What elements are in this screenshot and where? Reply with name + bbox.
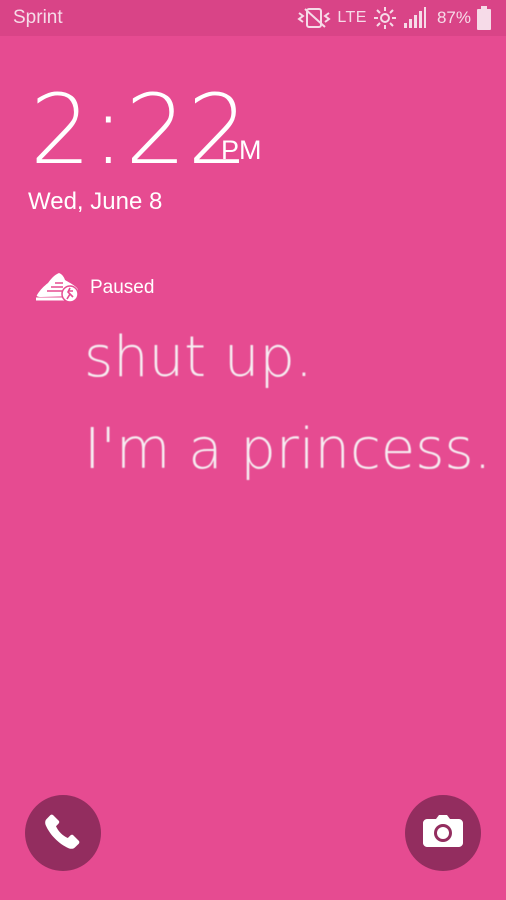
notification-text: Paused — [90, 277, 155, 298]
signal-icon — [403, 7, 427, 29]
notification-item[interactable]: Paused — [34, 270, 154, 306]
lockscreen-clock: 2:22 PM — [30, 80, 330, 180]
camera-icon — [422, 814, 464, 853]
clock-time: 2:22 — [30, 74, 250, 186]
status-icons: LTE 87% — [297, 4, 491, 32]
network-activity-icon — [373, 6, 397, 30]
phone-icon — [43, 811, 83, 856]
clock-date: Wed, June 8 — [28, 188, 163, 215]
battery-icon — [477, 6, 491, 30]
clock-ampm: PM — [221, 135, 262, 165]
battery-percent: 87% — [436, 8, 471, 27]
quote-line-1: shut up. — [84, 325, 313, 390]
vibrate-icon — [297, 7, 331, 29]
carrier-name: Sprint — [13, 7, 63, 28]
quote-line-2: I'm a princess. — [84, 417, 492, 482]
wallpaper-quote: shut up. I'm a princess. — [84, 312, 492, 496]
status-bar: Sprint LTE 87% — [0, 0, 506, 36]
network-type: LTE — [337, 9, 367, 26]
camera-shortcut-button[interactable] — [405, 795, 481, 871]
phone-shortcut-button[interactable] — [25, 795, 101, 871]
running-shoe-icon — [34, 271, 80, 305]
